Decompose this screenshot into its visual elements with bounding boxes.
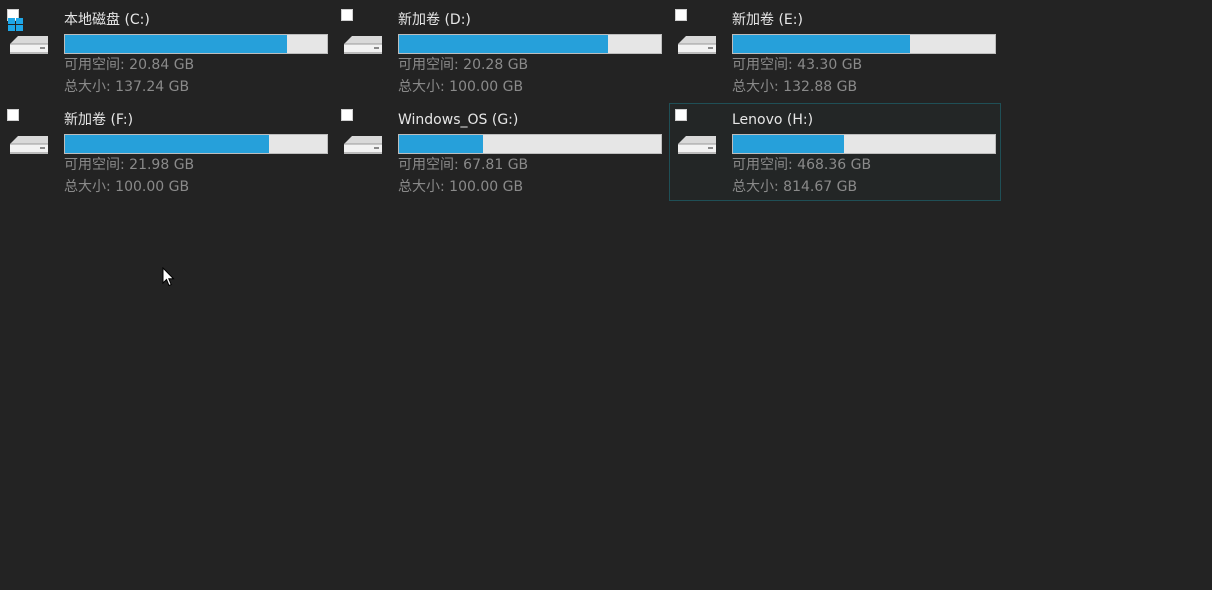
free-space: 可用空间: 468.36 GB [732,156,871,174]
drive-name: 新加卷 (E:) [732,12,803,28]
total-size-label: 总大小: [732,79,779,95]
select-checkbox[interactable] [675,9,687,21]
drive-item-c[interactable]: 本地磁盘 (C:) 可用空间: 20.84 GB 总大小: 137.24 GB [0,4,330,100]
drive-name: Windows_OS (G:) [398,112,519,128]
free-space: 可用空间: 67.81 GB [398,156,528,174]
free-space-label: 可用空间: [64,157,125,173]
free-space-value: 20.84 GB [129,57,195,73]
usage-bar-fill [65,135,270,153]
free-space-label: 可用空间: [732,57,793,73]
drive-name: 新加卷 (D:) [398,12,471,28]
free-space-label: 可用空间: [398,57,459,73]
total-size: 总大小: 814.67 GB [732,178,857,196]
total-size-value: 137.24 GB [115,79,190,95]
hard-drive-icon [678,136,716,154]
hard-drive-icon [344,36,382,54]
hard-drive-icon [10,136,48,154]
total-size: 总大小: 132.88 GB [732,78,857,96]
usage-bar [398,34,662,54]
usage-bar-fill [399,135,484,153]
drive-name: 本地磁盘 (C:) [64,12,150,28]
total-size: 总大小: 137.24 GB [64,78,189,96]
total-size-value: 132.88 GB [783,79,858,95]
drive-name: Lenovo (H:) [732,112,814,128]
free-space-value: 468.36 GB [797,157,872,173]
usage-bar [64,134,328,154]
select-checkbox[interactable] [675,109,687,121]
total-size-value: 100.00 GB [449,79,524,95]
usage-bar-fill [733,35,910,53]
free-space: 可用空间: 43.30 GB [732,56,862,74]
usage-bar-fill [733,135,845,153]
total-size-label: 总大小: [64,79,111,95]
usage-bar [732,34,996,54]
total-size-label: 总大小: [398,79,445,95]
total-size-value: 100.00 GB [115,179,190,195]
windows-logo-icon [8,18,23,31]
free-space-label: 可用空间: [398,157,459,173]
drive-item-g[interactable]: Windows_OS (G:) 可用空间: 67.81 GB 总大小: 100.00… [334,104,664,200]
total-size: 总大小: 100.00 GB [398,78,523,96]
drive-name: 新加卷 (F:) [64,112,134,128]
free-space-value: 43.30 GB [797,57,863,73]
free-space: 可用空间: 20.84 GB [64,56,194,74]
hard-drive-icon [678,36,716,54]
usage-bar [398,134,662,154]
total-size: 总大小: 100.00 GB [64,178,189,196]
drive-item-d[interactable]: 新加卷 (D:) 可用空间: 20.28 GB 总大小: 100.00 GB [334,4,664,100]
free-space-label: 可用空间: [732,157,793,173]
total-size-label: 总大小: [398,179,445,195]
select-checkbox[interactable] [341,109,353,121]
free-space-value: 67.81 GB [463,157,529,173]
free-space-value: 21.98 GB [129,157,195,173]
total-size-value: 814.67 GB [783,179,858,195]
free-space-value: 20.28 GB [463,57,529,73]
select-checkbox[interactable] [7,109,19,121]
drive-list: 本地磁盘 (C:) 可用空间: 20.84 GB 总大小: 137.24 GB 新加… [0,0,1212,590]
select-checkbox[interactable] [341,9,353,21]
total-size-value: 100.00 GB [449,179,524,195]
usage-bar-fill [65,35,288,53]
hard-drive-icon [344,136,382,154]
usage-bar [732,134,996,154]
free-space: 可用空间: 21.98 GB [64,156,194,174]
free-space-label: 可用空间: [64,57,125,73]
mouse-pointer-icon [162,267,175,287]
total-size-label: 总大小: [64,179,111,195]
free-space: 可用空间: 20.28 GB [398,56,528,74]
total-size-label: 总大小: [732,179,779,195]
total-size: 总大小: 100.00 GB [398,178,523,196]
drive-item-e[interactable]: 新加卷 (E:) 可用空间: 43.30 GB 总大小: 132.88 GB [668,4,998,100]
drive-item-h[interactable]: Lenovo (H:) 可用空间: 468.36 GB 总大小: 814.67 GB [669,103,1001,201]
usage-bar-fill [399,35,608,53]
usage-bar [64,34,328,54]
drive-item-f[interactable]: 新加卷 (F:) 可用空间: 21.98 GB 总大小: 100.00 GB [0,104,330,200]
